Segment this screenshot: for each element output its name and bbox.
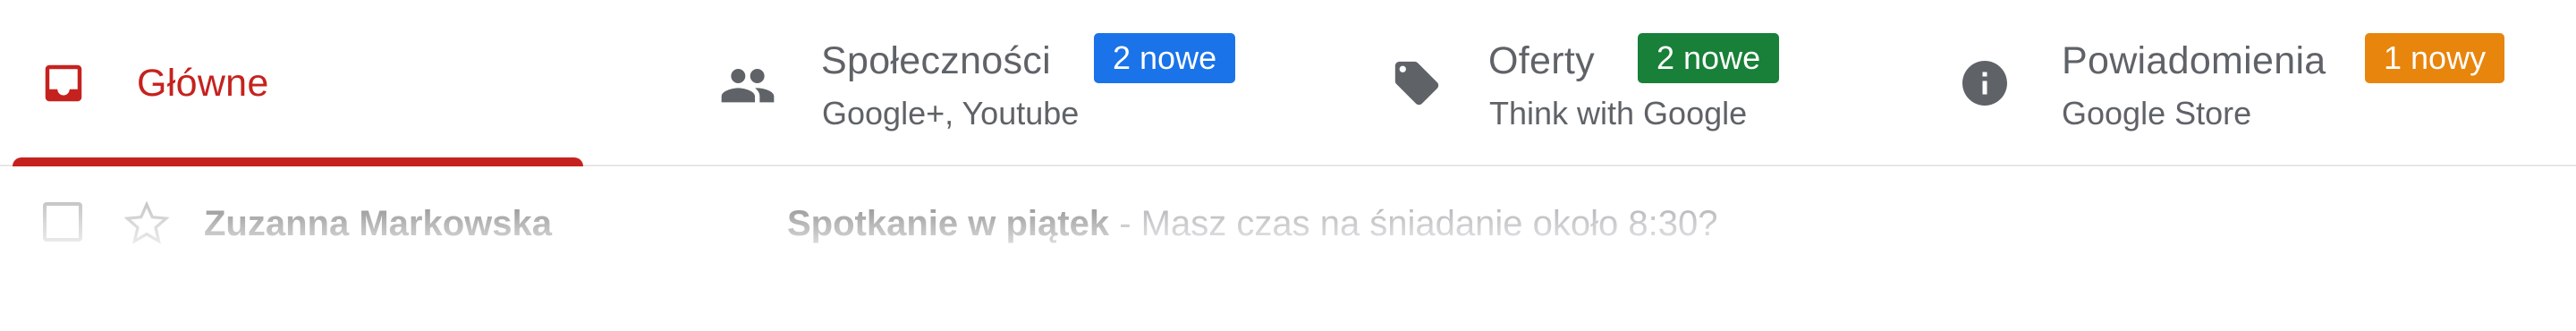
- tab-promotions[interactable]: Oferty 2 nowe Think with Google: [1342, 0, 1914, 166]
- tab-social-label: Społeczności: [821, 39, 1051, 82]
- tab-primary-label: Główne: [137, 62, 269, 105]
- tag-icon: [1394, 61, 1439, 106]
- fade-overlay: [0, 168, 2576, 331]
- tab-updates-senders: Google Store: [2062, 95, 2252, 132]
- new-count-badge: 2 nowe: [1094, 33, 1236, 83]
- star-icon[interactable]: [120, 199, 174, 249]
- email-preview: Masz czas na śniadanie około 8:30?: [1140, 204, 1718, 243]
- new-count-badge: 2 nowe: [1638, 33, 1780, 83]
- inbox-icon: [45, 64, 82, 102]
- select-checkbox[interactable]: [43, 202, 82, 242]
- email-list-row[interactable]: Zuzanna Markowska Spotkanie w piątek - M…: [0, 168, 2576, 331]
- tab-promotions-senders: Think with Google: [1489, 95, 1748, 132]
- tab-updates[interactable]: Powiadomienia 1 nowy Google Store: [1914, 0, 2576, 166]
- people-icon: [721, 69, 775, 103]
- tab-promotions-label: Oferty: [1488, 39, 1595, 82]
- inbox-category-tabs: Główne Społeczności 2 nowe Google+, Yout…: [0, 0, 2576, 166]
- new-count-badge: 1 nowy: [2365, 33, 2505, 83]
- tab-social[interactable]: Społeczności 2 nowe Google+, Youtube: [716, 0, 1342, 166]
- active-tab-indicator: [13, 157, 583, 166]
- email-snippet: Spotkanie w piątek - Masz czas na śniada…: [787, 204, 1718, 244]
- info-icon: [1962, 61, 2007, 106]
- tab-primary[interactable]: Główne: [0, 0, 716, 166]
- tab-updates-label: Powiadomienia: [2062, 39, 2326, 82]
- tab-social-senders: Google+, Youtube: [822, 95, 1080, 132]
- email-sender: Zuzanna Markowska: [204, 204, 553, 243]
- email-subject: Spotkanie w piątek: [787, 204, 1110, 243]
- subject-separator: -: [1109, 204, 1141, 243]
